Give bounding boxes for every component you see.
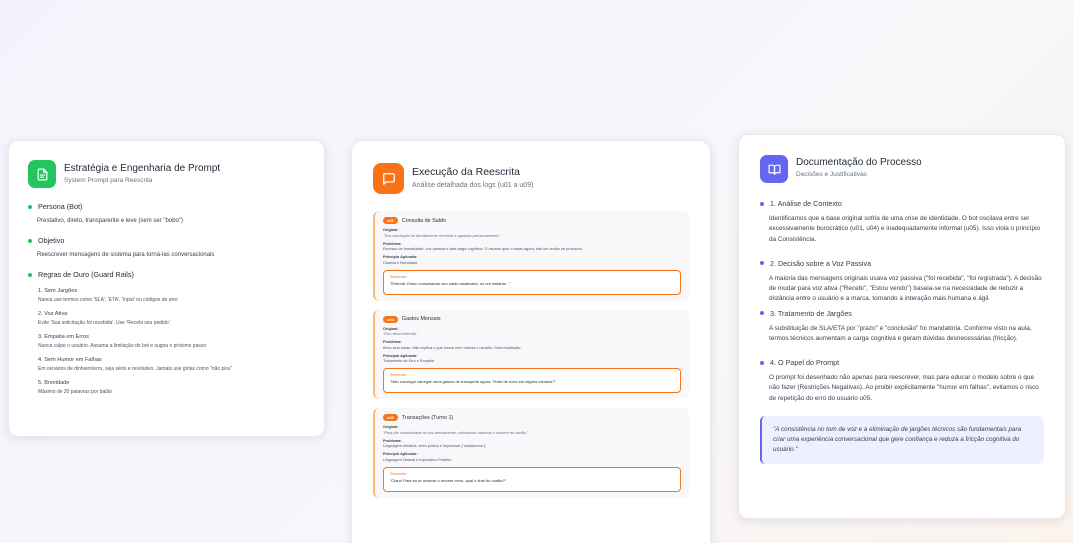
rewrite-label: Reescrito: [390, 471, 408, 476]
rule-description: Máximo de 20 palavras por balão [38, 389, 112, 395]
rule-description: Nunca use termos como 'SLA', 'ETA', 'Inp… [38, 297, 178, 303]
process-documentation-card: Documentação do Processo Decisões e Just… [738, 134, 1066, 519]
section-title: 2. Decisão sobre a Voz Passiva [770, 258, 872, 268]
rule-title: 2. Voz Ativa [38, 311, 68, 317]
problem-text: Excesso de formalidade, voz passiva e al… [383, 247, 583, 251]
doc-section: 3. Tratamento de Jargões A substituição … [760, 309, 1044, 345]
log-tag: u04 [383, 315, 398, 323]
persona-section: Persona (Bot) Prestativo, direto, transp… [28, 202, 305, 224]
principle-text: Tratamento de Erro e Empatia [383, 359, 434, 363]
rule-description: Em cenários de dinheiro/erro, seja sério… [38, 366, 232, 372]
section-title: Objetivo [38, 236, 65, 245]
prompt-strategy-card: Estratégia e Engenharia de Prompt System… [8, 140, 325, 437]
card-title: Estratégia e Engenharia de Prompt [64, 163, 221, 174]
rule-title: 4. Sem Humor em Falhas [38, 357, 102, 363]
log-entry: u05 Transações (Turno 1) Original: "Para… [373, 408, 689, 498]
rule-item: 2. Voz Ativa Evite 'Sua solicitação foi … [28, 311, 305, 326]
rewrite-text: "Claro! Para eu te mostrar o recorte cer… [390, 477, 507, 483]
objective-section: Objetivo Reescrever mensagens de sistema… [28, 236, 305, 258]
principle-label: Princípio Aplicado: [383, 255, 418, 259]
principle-label: Princípio Aplicado: [383, 452, 418, 456]
rule-description: Nunca culpe o usuário. Assuma a limitaçã… [38, 343, 207, 349]
problem-label: Problema: [383, 438, 402, 443]
rewrite-box: Reescrito: "Não consegui carregar seus g… [383, 368, 681, 393]
original-label: Original: [383, 228, 399, 232]
problem-label: Problema: [383, 241, 402, 246]
section-description: O prompt foi desenhado não apenas para r… [769, 374, 1039, 402]
card-title: Documentação do Processo [796, 157, 922, 168]
bullet-dot [760, 261, 764, 266]
problem-label: Problema: [383, 340, 402, 344]
chat-icon [373, 163, 404, 194]
principle-text: Clareza e Brevidade [383, 260, 418, 265]
card-subtitle: Decisões e Justificativas [796, 171, 867, 178]
rule-item: 1. Sem Jargões Nunca use termos como 'SL… [28, 288, 305, 303]
section-description: A substituição de SLA/ETA por "prazo" e … [769, 324, 1032, 342]
original-label: Original: [383, 326, 399, 331]
log-entry: u04 Gastos Mensais Original: "Erro desco… [373, 309, 689, 399]
rule-item: 4. Sem Humor em Falhas Em cenários de di… [28, 357, 305, 372]
log-tag: u01 [383, 217, 398, 224]
log-title: Gastos Mensais [401, 316, 441, 322]
doc-section: 1. Análise de Contexto Identificamos que… [760, 199, 1044, 245]
original-label: Original: [383, 425, 399, 429]
log-title: Consulta de Saldo [401, 217, 446, 224]
card-header: Estratégia e Engenharia de Prompt System… [28, 160, 305, 188]
original-text: "Erro desconhecido." [383, 332, 419, 336]
section-description: Identificamos que a base original sofria… [769, 215, 1041, 243]
bullet-dot [28, 204, 32, 209]
section-title: 1. Análise de Contexto [770, 199, 842, 208]
bullet-dot [28, 272, 32, 277]
problem-text: Beco sem saída. Não explica o que houve … [383, 345, 522, 350]
rewrite-text: "Entendi. Estou consultando seu saldo at… [390, 280, 511, 286]
log-entry: u01 Consulta de Saldo Original: "Sua sol… [373, 211, 689, 301]
rule-title: 3. Empatia em Erros [38, 334, 89, 340]
problem-text: Linguagem robótica, texto prolixo e impe… [383, 444, 487, 448]
log-title: Transações (Turno 1) [401, 414, 454, 421]
rule-description: Evite 'Sua solicitação foi recebida'. Us… [38, 320, 170, 326]
log-tag: u05 [383, 414, 398, 421]
rule-item: 5. Brevidade Máximo de 20 palavras por b… [28, 380, 305, 395]
section-description: A maioria das mensagens originais usava … [769, 274, 1042, 303]
card-subtitle: System Prompt para Reescrita [64, 177, 153, 184]
bullet-dot [760, 311, 764, 315]
section-title: 4. O Papel do Prompt [770, 358, 840, 367]
book-icon [760, 155, 788, 183]
card-header: Execução da Reescrita Análise detalhada … [373, 163, 689, 194]
rules-section: Regras de Ouro (Guard Rails) 1. Sem Jarg… [28, 270, 305, 395]
section-description: Prestativo, direto, transparente e leve … [37, 218, 183, 224]
rewrite-box: Reescrito: "Entendi. Estou consultando s… [383, 269, 681, 295]
principle-label: Princípio Aplicado: [383, 353, 418, 358]
doc-section: 2. Decisão sobre a Voz Passiva A maioria… [760, 259, 1044, 305]
original-text: "Para dar continuidade ao seu atendiment… [383, 430, 529, 435]
bullet-dot [760, 360, 764, 365]
rewrite-box: Reescrito: "Claro! Para eu te mostrar o … [383, 466, 681, 492]
section-title: 3. Tratamento de Jargões [770, 308, 852, 318]
section-title: Persona (Bot) [38, 202, 83, 211]
original-text: "Sua solicitação foi devidamente recebid… [383, 233, 500, 238]
card-header: Documentação do Processo Decisões e Just… [760, 155, 1044, 183]
bullet-dot [28, 238, 32, 243]
rewrite-label: Reescrito: [390, 373, 408, 377]
section-title: Regras de Ouro (Guard Rails) [38, 270, 134, 279]
doc-section: 4. O Papel do Prompt O prompt foi desenh… [760, 358, 1044, 404]
card-title: Execução da Reescrita [412, 166, 520, 178]
conclusion-quote: "A consistência no tom de voz e a elimin… [760, 415, 1044, 464]
rewrite-label: Reescrito: [390, 274, 408, 279]
card-subtitle: Análise detalhada dos logs (u01 a u09) [412, 182, 534, 189]
bullet-dot [760, 201, 764, 206]
rule-title: 5. Brevidade [38, 380, 70, 386]
rule-item: 3. Empatia em Erros Nunca culpe o usuári… [28, 334, 305, 349]
rewrite-text: "Não consegui carregar seus gastos de tr… [390, 379, 556, 384]
rewrite-execution-card: Execução da Reescrita Análise detalhada … [351, 140, 711, 543]
principle-text: Linguagem Natural e Imperativo Positivo [383, 457, 452, 462]
rule-title: 1. Sem Jargões [38, 288, 78, 294]
document-icon [28, 160, 56, 188]
section-description: Reescrever mensagens de sistema para tor… [37, 252, 215, 258]
